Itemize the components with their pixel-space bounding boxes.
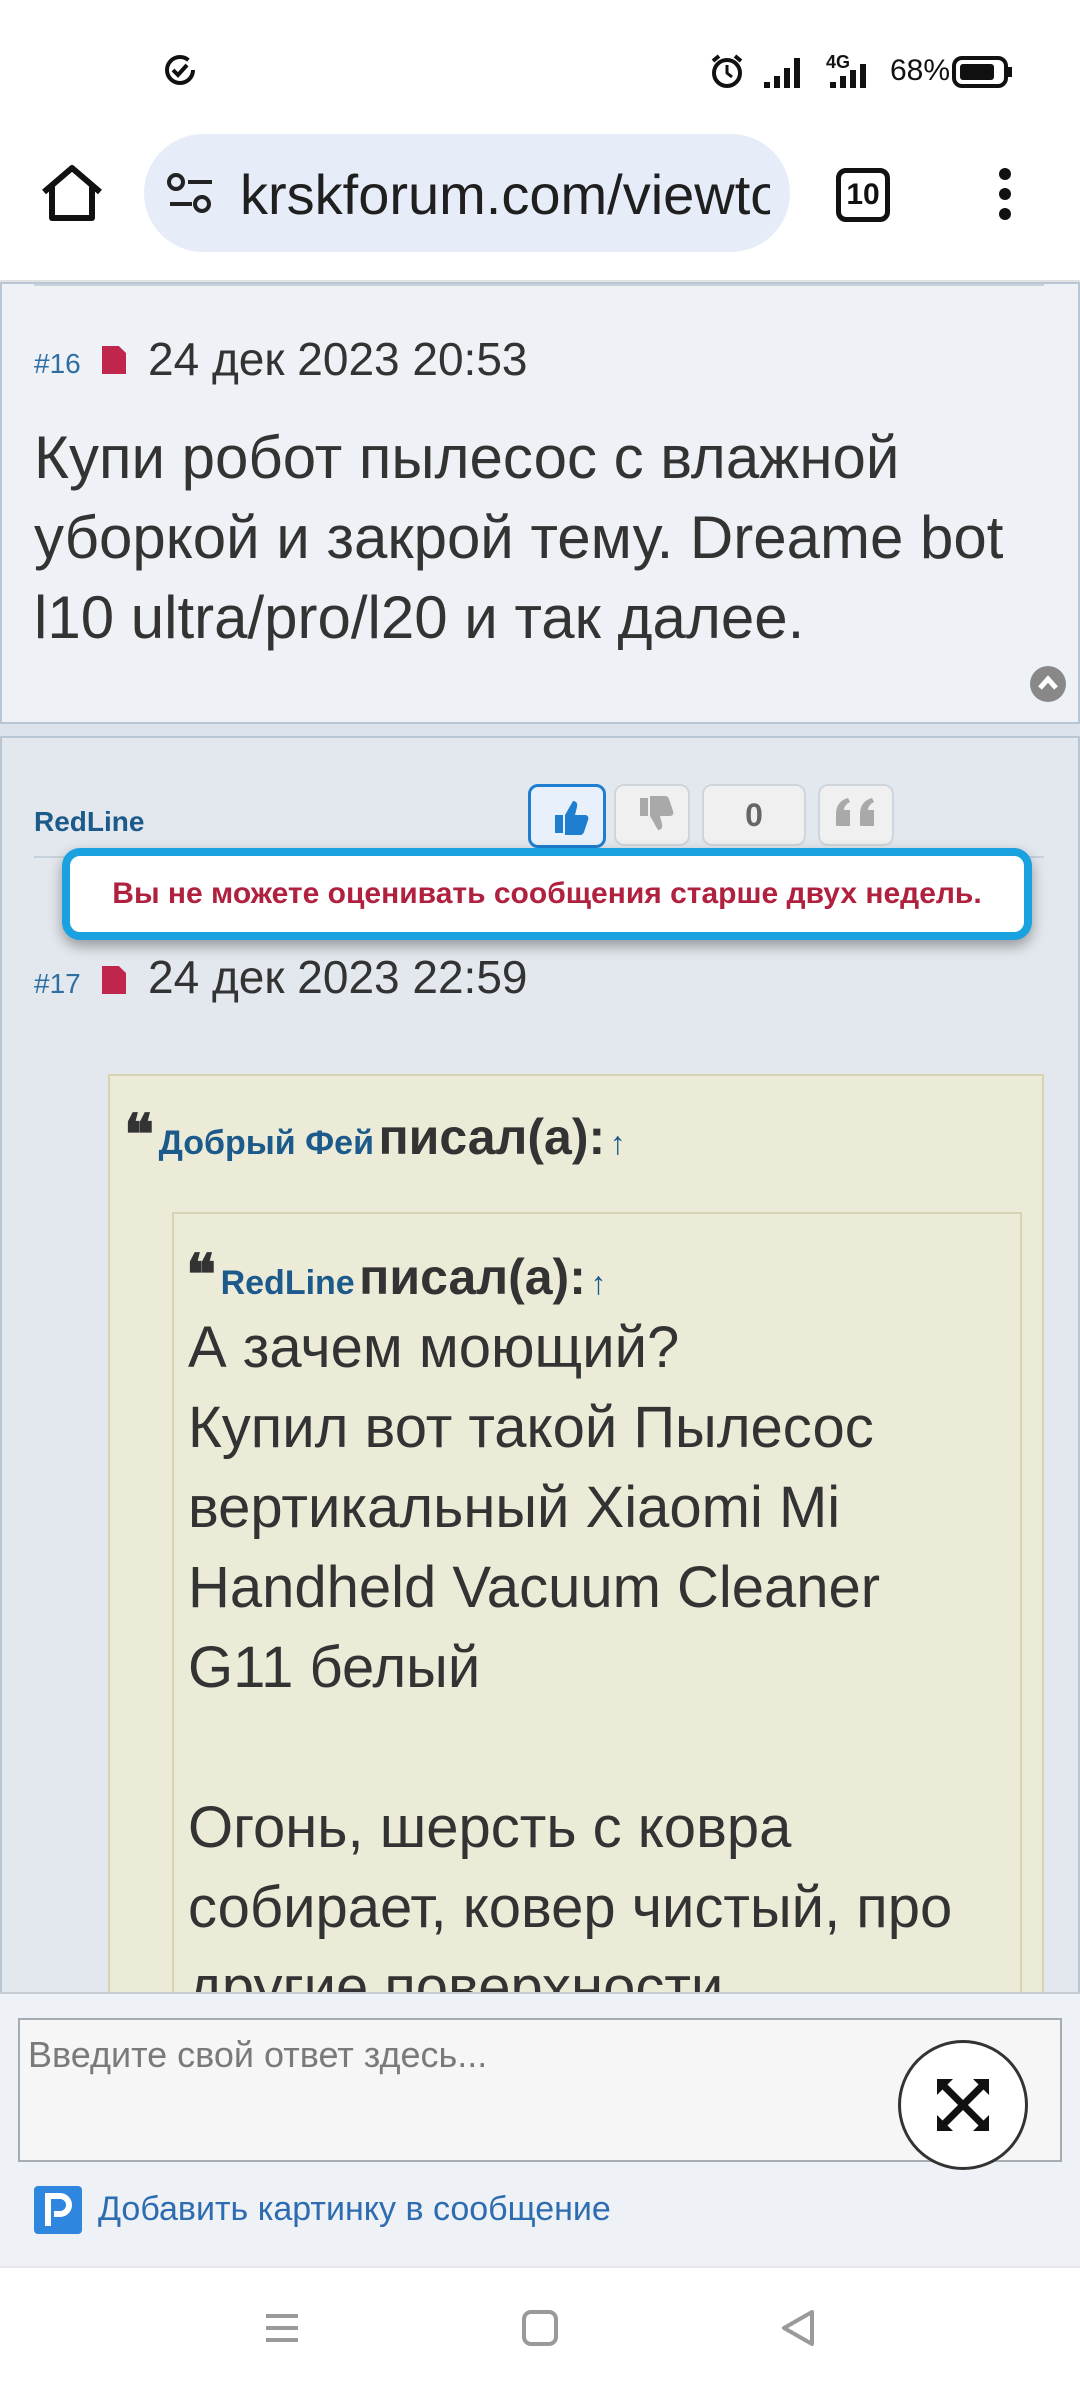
more-vert-icon[interactable] xyxy=(990,164,1020,224)
recent-apps-icon[interactable] xyxy=(262,2308,302,2348)
expand-button[interactable] xyxy=(898,2040,1028,2170)
vote-count: 0 xyxy=(702,784,806,846)
chevron-up-icon[interactable] xyxy=(1030,666,1066,702)
tune-icon[interactable] xyxy=(166,170,216,216)
quote-outer-header: ❝ Добрый Фей писал(а): ↑ xyxy=(124,1102,1004,1172)
tab-switcher-button[interactable]: 10 xyxy=(836,168,890,222)
post-date: 24 дек 2023 22:59 xyxy=(148,951,528,1003)
battery-icon xyxy=(952,56,1012,88)
quote-button[interactable] xyxy=(818,784,894,846)
vote-tooltip: Вы не можете оценивать сообщения старше … xyxy=(62,848,1032,940)
quote-icon: ❝ xyxy=(186,1242,217,1308)
quote-wrote: писал(а): xyxy=(359,1249,586,1305)
quote-inner-text: А зачем моющий? Купил вот такой Пылесос … xyxy=(188,1315,953,1992)
quote-inner-header: ❝ RedLine писал(а): ↑ xyxy=(186,1242,1006,1312)
reply-placeholder: Введите свой ответ здесь... xyxy=(28,2034,488,2075)
quote-author[interactable]: RedLine xyxy=(221,1264,355,1302)
post-number[interactable]: #17 xyxy=(34,968,81,1000)
system-nav-bar xyxy=(0,2266,1080,2402)
quote-author[interactable]: Добрый Фей xyxy=(159,1124,374,1162)
post-author[interactable]: RedLine xyxy=(34,806,144,838)
post-file-icon[interactable] xyxy=(102,346,126,374)
expand-icon xyxy=(937,2079,989,2131)
quote-source-link[interactable]: ↑ xyxy=(610,1125,626,1161)
post-file-icon[interactable] xyxy=(102,966,126,994)
topic-content: #16 24 дек 2023 20:53 Купи робот пылесос… xyxy=(0,282,1080,1992)
thumb-up-icon xyxy=(555,801,589,835)
home-nav-icon[interactable] xyxy=(520,2308,560,2348)
add-image-link[interactable]: Добавить картинку в сообщение xyxy=(98,2190,611,2229)
check-circle-icon xyxy=(165,55,195,85)
quote-wrote: писал(а): xyxy=(378,1109,606,1165)
post-body: Купи робот пылесос с влажной уборкой и з… xyxy=(34,424,1004,651)
back-icon[interactable] xyxy=(778,2308,818,2348)
post-16: #16 24 дек 2023 20:53 Купи робот пылесос… xyxy=(0,282,1080,724)
status-bar: 4G 68% xyxy=(0,0,1080,130)
vote-tooltip-text: Вы не можете оценивать сообщения старше … xyxy=(112,877,982,910)
quote-icon: ❝ xyxy=(124,1102,155,1168)
url-text[interactable]: krskforum.com/viewtopic xyxy=(240,160,770,230)
home-icon[interactable] xyxy=(38,162,106,224)
quote-icon xyxy=(836,798,874,826)
alarm-icon xyxy=(711,54,743,88)
post-date: 24 дек 2023 20:53 xyxy=(148,333,528,385)
image-upload-icon[interactable] xyxy=(34,2186,82,2234)
signal-4g-icon xyxy=(830,64,866,88)
thumb-down-icon xyxy=(640,796,674,830)
post-number[interactable]: #16 xyxy=(34,348,81,380)
quote-source-link[interactable]: ↑ xyxy=(590,1265,606,1301)
dislike-button[interactable] xyxy=(614,784,690,846)
signal-icon xyxy=(764,58,800,88)
post-divider xyxy=(34,284,1044,286)
battery-percent: 68% xyxy=(890,54,951,87)
like-button[interactable] xyxy=(528,784,606,848)
